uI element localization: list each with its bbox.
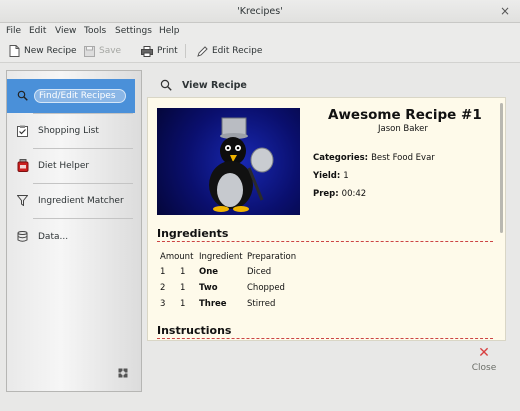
edit-recipe-label: Edit Recipe bbox=[212, 46, 263, 56]
ingredient-amount: 1 bbox=[180, 299, 186, 309]
window-close-button[interactable]: × bbox=[500, 4, 510, 18]
ingredients-header-amount: Amount bbox=[160, 252, 194, 262]
recipe-author: Jason Baker bbox=[378, 124, 428, 134]
recipe-yield: Yield: 1 bbox=[313, 171, 349, 181]
categories-value: Best Food Evar bbox=[371, 153, 435, 163]
close-button[interactable]: ✕ Close bbox=[464, 345, 504, 377]
menu-bar: File Edit View Tools Settings Help bbox=[0, 23, 520, 39]
toolbar-separator bbox=[185, 44, 186, 58]
sidebar-config-icon[interactable] bbox=[118, 368, 128, 378]
sidebar-divider bbox=[33, 218, 133, 219]
ingredient-preparation: Diced bbox=[247, 267, 272, 277]
ingredients-heading: Ingredients bbox=[157, 227, 229, 240]
sidebar-item-label: Ingredient Matcher bbox=[38, 196, 124, 206]
sidebar-item-data[interactable]: Data... bbox=[7, 220, 135, 254]
menu-tools[interactable]: Tools bbox=[84, 26, 106, 36]
diet-jar-icon bbox=[16, 159, 29, 172]
window-title: 'Krecipes' bbox=[237, 6, 283, 17]
yield-value: 1 bbox=[343, 171, 349, 181]
new-document-icon bbox=[9, 45, 20, 57]
new-recipe-button[interactable]: New Recipe bbox=[9, 44, 77, 58]
ingredient-row-number: 1 bbox=[160, 267, 166, 277]
sidebar-item-ingredient-matcher[interactable]: Ingredient Matcher bbox=[7, 184, 135, 218]
pencil-icon bbox=[197, 45, 208, 57]
print-label: Print bbox=[157, 46, 178, 56]
toolbar: New Recipe Save Print Edit Recipe bbox=[0, 39, 520, 63]
close-label: Close bbox=[471, 363, 497, 373]
ingredient-name: Two bbox=[199, 283, 218, 293]
new-recipe-label: New Recipe bbox=[24, 46, 77, 56]
ingredient-amount: 1 bbox=[180, 283, 186, 293]
ingredient-amount: 1 bbox=[180, 267, 186, 277]
sidebar: Find/Edit Recipes Shopping List Diet Hel… bbox=[6, 70, 142, 392]
menu-file[interactable]: File bbox=[6, 26, 21, 36]
section-divider bbox=[157, 338, 493, 339]
section-divider bbox=[157, 241, 493, 242]
sidebar-item-label: Shopping List bbox=[38, 126, 99, 136]
recipe-view[interactable]: Awesome Recipe #1 Jason Baker Categories… bbox=[147, 97, 506, 341]
view-recipe-header: View Recipe bbox=[160, 78, 247, 92]
sidebar-item-shopping-list[interactable]: Shopping List bbox=[7, 114, 135, 148]
save-button[interactable]: Save bbox=[84, 44, 121, 58]
categories-label: Categories: bbox=[313, 153, 369, 163]
ingredient-name: Three bbox=[199, 299, 227, 309]
ingredient-name: One bbox=[199, 267, 219, 277]
save-label: Save bbox=[99, 46, 122, 56]
ingredient-preparation: Stirred bbox=[247, 299, 276, 309]
recipe-title: Awesome Recipe #1 bbox=[328, 107, 482, 123]
menu-help[interactable]: Help bbox=[159, 26, 180, 36]
printer-icon bbox=[141, 45, 153, 57]
search-icon bbox=[160, 79, 172, 91]
edit-recipe-button[interactable]: Edit Recipe bbox=[197, 44, 262, 58]
close-icon: ✕ bbox=[478, 345, 490, 361]
clipboard-icon bbox=[16, 124, 29, 137]
prep-value: 00:42 bbox=[341, 189, 367, 199]
sidebar-item-label: Data... bbox=[38, 232, 69, 242]
search-icon bbox=[16, 89, 29, 102]
menu-edit[interactable]: Edit bbox=[29, 26, 46, 36]
title-bar: 'Krecipes' × bbox=[0, 0, 520, 23]
sidebar-item-label: Diet Helper bbox=[38, 161, 90, 171]
penguin-chef-image bbox=[209, 117, 274, 212]
menu-view[interactable]: View bbox=[55, 26, 76, 36]
sidebar-item-label: Find/Edit Recipes bbox=[34, 89, 126, 103]
sidebar-item-find-edit-recipes[interactable]: Find/Edit Recipes bbox=[7, 79, 135, 113]
ingredient-row-number: 3 bbox=[160, 299, 166, 309]
view-title: View Recipe bbox=[182, 79, 247, 91]
yield-label: Yield: bbox=[313, 171, 341, 181]
recipe-prep: Prep: 00:42 bbox=[313, 189, 366, 199]
scrollbar[interactable] bbox=[500, 103, 503, 233]
instructions-heading: Instructions bbox=[157, 324, 232, 337]
recipe-photo bbox=[157, 108, 300, 215]
print-button[interactable]: Print bbox=[141, 44, 178, 58]
funnel-icon bbox=[16, 194, 29, 207]
ingredients-header-preparation: Preparation bbox=[247, 252, 297, 262]
sidebar-item-diet-helper[interactable]: Diet Helper bbox=[7, 149, 135, 183]
ingredient-row-number: 2 bbox=[160, 283, 166, 293]
menu-settings[interactable]: Settings bbox=[115, 26, 152, 36]
save-icon bbox=[84, 45, 95, 57]
database-icon bbox=[16, 230, 29, 243]
prep-label: Prep: bbox=[313, 189, 339, 199]
recipe-categories: Categories: Best Food Evar bbox=[313, 153, 435, 163]
ingredients-header-ingredient: Ingredient bbox=[199, 252, 243, 262]
ingredient-preparation: Chopped bbox=[247, 283, 285, 293]
